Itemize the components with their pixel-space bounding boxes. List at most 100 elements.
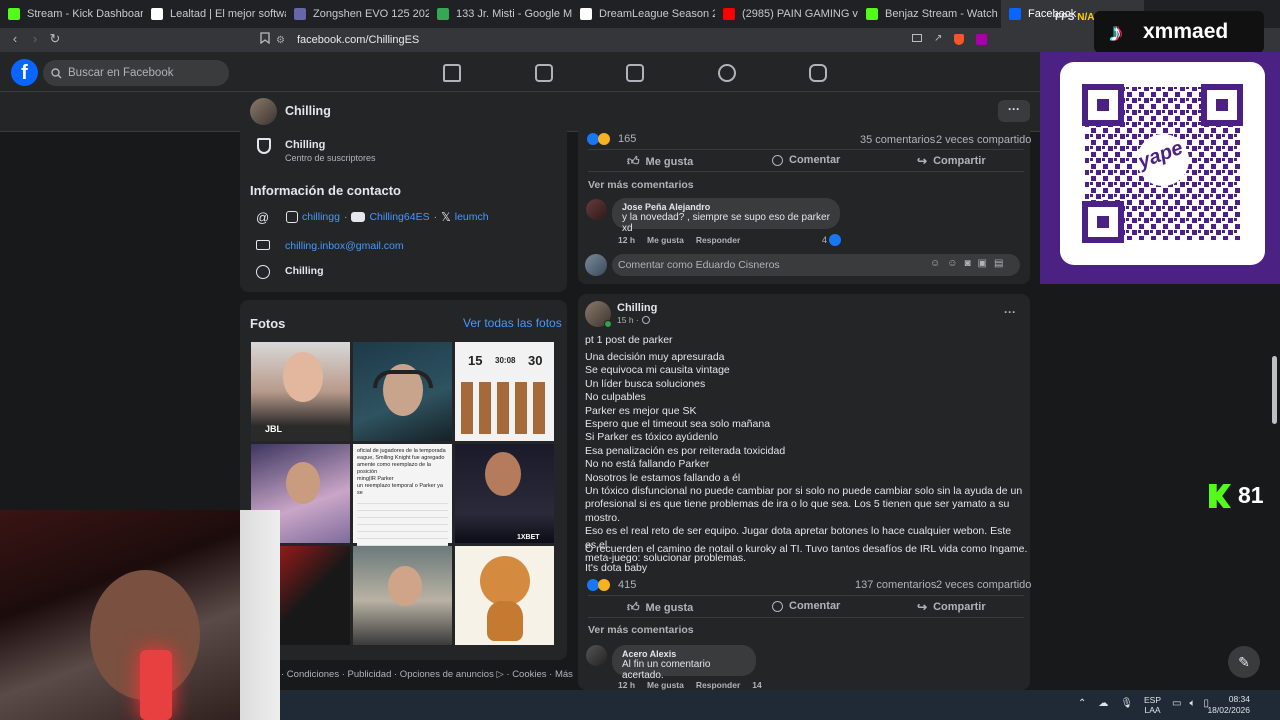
instagram-link[interactable]: chillingg xyxy=(302,211,340,223)
page-scrollbar[interactable] xyxy=(1272,356,1277,424)
subscriber-name[interactable]: Chilling xyxy=(285,139,325,151)
forward-icon[interactable]: › xyxy=(28,32,42,46)
post-2-share-count[interactable]: 2 veces compartido xyxy=(936,579,1031,591)
photo-1[interactable]: JBL xyxy=(251,342,350,441)
groups-icon[interactable] xyxy=(718,64,736,82)
post-2-author[interactable]: Chilling xyxy=(617,302,657,314)
comment-time[interactable]: 12 h xyxy=(618,680,635,690)
emoji-icon[interactable]: ☺ xyxy=(947,258,957,269)
language-code: ESP xyxy=(1144,695,1162,705)
browser-tab[interactable]: Lealtad | El mejor software para xyxy=(143,0,286,28)
photo-5-line-2: eague, Smiling Knight fue agregado xyxy=(357,455,445,461)
photo-2[interactable] xyxy=(353,342,452,441)
comment-reply-button[interactable]: Responder xyxy=(696,680,740,690)
comment-count[interactable]: 14 xyxy=(752,680,761,690)
post-2-share-button[interactable]: ↪ Compartir xyxy=(917,600,986,614)
avatar-sticker-icon[interactable]: ☺ xyxy=(930,258,940,269)
post-2-reactions[interactable]: 415 xyxy=(587,579,636,591)
post-2-line: Una decisión muy apresurada xyxy=(585,351,725,363)
language-indicator[interactable]: ESP LAA xyxy=(1144,695,1161,715)
browser-tab[interactable]: Benjaz Stream - Watch Live on xyxy=(858,0,1001,28)
microphone-icon[interactable]: 🎙︎ xyxy=(1120,698,1133,709)
new-message-icon[interactable]: ✎ xyxy=(1228,646,1260,678)
comment-reply-button[interactable]: Responder xyxy=(696,235,740,245)
commenter-avatar[interactable] xyxy=(586,645,607,666)
comment-time[interactable]: 12 h xyxy=(618,235,635,245)
youtube-link[interactable]: Chilling64ES xyxy=(369,211,429,223)
back-icon[interactable]: ‹ xyxy=(8,32,22,46)
comment-like-button[interactable]: Me gusta xyxy=(647,680,684,690)
post-1-comment-button[interactable]: Comentar xyxy=(772,154,840,166)
commenter-avatar[interactable] xyxy=(586,199,607,220)
thumbs-up-icon: 👍︎ xyxy=(627,154,640,168)
post-2-time[interactable]: 15 h · xyxy=(617,315,650,325)
messenger-link[interactable]: Chilling xyxy=(285,265,324,277)
footer-links[interactable]: · Condiciones · Publicidad · Opciones de… xyxy=(281,669,573,680)
marketplace-icon[interactable] xyxy=(626,64,644,82)
browser-tab[interactable]: Zongshen EVO 125 2025 | Prec xyxy=(286,0,429,28)
contact-title: Información de contacto xyxy=(250,183,401,198)
x-link[interactable]: leumch xyxy=(455,211,489,223)
cast-icon[interactable] xyxy=(912,34,922,42)
comment-reaction-count[interactable]: 4 xyxy=(822,234,842,246)
browser-tab[interactable]: 133 Jr. Misti - Google Maps xyxy=(429,0,572,28)
tab-title: 133 Jr. Misti - Google Maps xyxy=(456,8,572,20)
photo-5[interactable]: oficial de jugadores de la temporada eag… xyxy=(353,444,452,547)
post-1-share-button[interactable]: ↪ Compartir xyxy=(917,154,986,168)
see-all-photos-link[interactable]: Ver todas las fotos xyxy=(463,316,562,330)
browser-tab[interactable]: (2985) PAIN GAMING vs Oi xyxy=(715,0,858,28)
gif-icon[interactable]: ▣ xyxy=(977,258,986,269)
home-icon[interactable] xyxy=(443,64,461,82)
post-2-more-icon[interactable]: ··· xyxy=(1004,305,1016,319)
post-1-like-button[interactable]: 👍︎ Me gusta xyxy=(627,154,693,169)
photo-3-score-right: 30 xyxy=(528,353,543,368)
comment-author[interactable]: Acero Alexis xyxy=(622,649,746,659)
my-avatar[interactable] xyxy=(585,254,607,276)
brave-shield-icon[interactable] xyxy=(954,34,965,45)
url-field[interactable]: ⚙ facebook.com/ChillingES xyxy=(276,31,996,49)
comment-text: Al fin un comentario acertado. xyxy=(622,659,711,681)
page-name[interactable]: Chilling xyxy=(285,104,331,118)
post-2-comment-count[interactable]: 137 comentarios xyxy=(855,579,936,591)
facebook-logo-icon[interactable]: f xyxy=(11,59,38,86)
browser-tab[interactable]: DreamLeague Season 28: Grou xyxy=(572,0,715,28)
rewards-icon[interactable] xyxy=(976,34,988,45)
cloud-icon[interactable]: ☁ xyxy=(1098,698,1108,709)
sticker-icon[interactable]: ▤ xyxy=(994,258,1003,269)
post-2-more-comments[interactable]: Ver más comentarios xyxy=(588,624,694,636)
video-icon[interactable] xyxy=(535,64,553,82)
facebook-search[interactable]: Buscar en Facebook xyxy=(43,60,229,86)
reload-icon[interactable]: ↻ xyxy=(48,32,62,46)
clock[interactable]: 08:34 18/02/2026 xyxy=(1206,694,1250,716)
bookmark-icon[interactable] xyxy=(258,32,272,46)
more-options-icon[interactable]: ··· xyxy=(998,100,1030,122)
post-1-share-count[interactable]: 2 veces compartido xyxy=(936,134,1031,146)
photo-8[interactable] xyxy=(353,546,452,645)
email-link[interactable]: chilling.inbox@gmail.com xyxy=(285,240,404,252)
chevron-up-icon[interactable]: ⌃ xyxy=(1078,698,1086,709)
composer-tools: ☺ ☺ ◙ ▣ ▤ xyxy=(930,258,1003,269)
photo-9[interactable] xyxy=(455,546,554,645)
site-info-icon[interactable]: ⚙ xyxy=(276,35,285,46)
photo-3-timer: 30:08 xyxy=(495,356,516,365)
comment-author[interactable]: Jose Peña Alejandro xyxy=(622,202,830,212)
post-1-more-comments[interactable]: Ver más comentarios xyxy=(588,179,694,191)
page-avatar[interactable] xyxy=(250,98,277,125)
browser-tab[interactable]: Stream - Kick Dashboard xyxy=(0,0,143,28)
share-label: Compartir xyxy=(933,155,986,167)
post-2-comment-button[interactable]: Comentar xyxy=(772,600,840,612)
network-icon[interactable]: ▭ xyxy=(1172,698,1181,709)
post-1-comment-count[interactable]: 35 comentarios xyxy=(860,134,935,146)
photo-3[interactable]: 15 30:08 30 xyxy=(455,342,554,441)
post-2-body: Una decisión muy apresurada Se equivoca m… xyxy=(585,351,1025,566)
comment-like-button[interactable]: Me gusta xyxy=(647,235,684,245)
post-2-like-button[interactable]: 👍︎ Me gusta xyxy=(627,600,693,615)
photos-title: Fotos xyxy=(250,316,286,331)
post-1-reactions[interactable]: 165 xyxy=(587,133,636,145)
share-icon[interactable]: ↗ xyxy=(934,34,942,45)
photo-6[interactable]: 1XBET xyxy=(455,444,554,543)
volume-icon[interactable]: 🔈︎ xyxy=(1189,698,1195,709)
gaming-icon[interactable] xyxy=(809,64,827,82)
camera-icon[interactable]: ◙ xyxy=(964,258,970,269)
comment-text: y la novedad? , siempre se supo eso de p… xyxy=(622,212,830,234)
